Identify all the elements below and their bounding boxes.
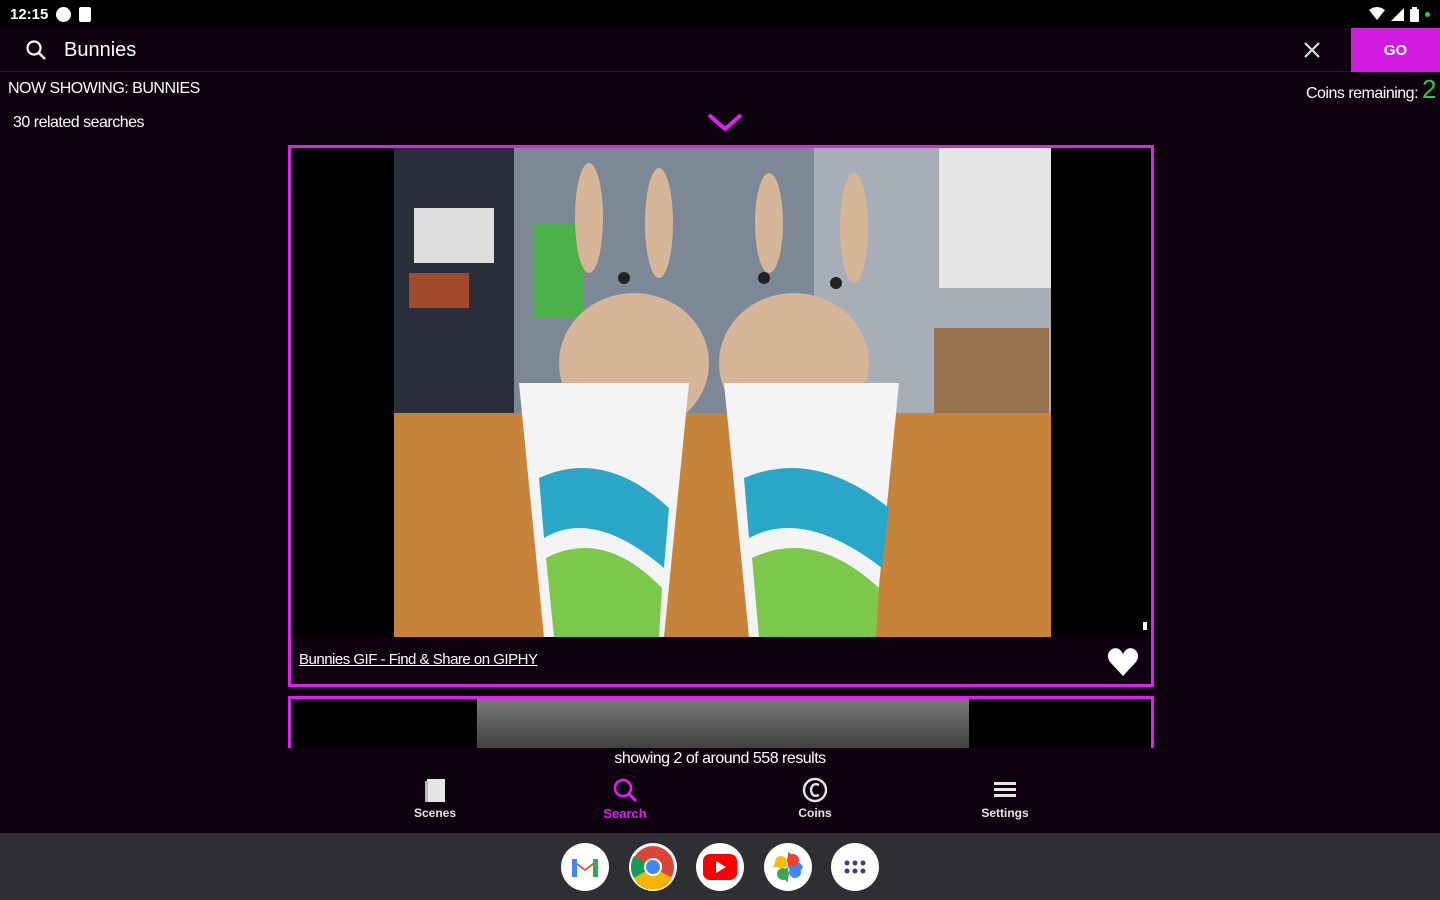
menu-icon: [994, 782, 1016, 797]
coins-icon: [802, 777, 828, 803]
related-searches-link[interactable]: 30 related searches: [13, 114, 145, 132]
status-time: 12:15: [10, 5, 49, 23]
results-count: showing 2 of around 558 results: [614, 750, 826, 767]
coins-remaining-label: Coins remaining:: [1305, 85, 1419, 102]
nav-coins-label: Coins: [798, 806, 832, 820]
search-input[interactable]: [64, 34, 1264, 66]
nav-settings-label: Settings: [981, 806, 1029, 820]
search-icon: [613, 778, 638, 803]
sd-card-icon: [79, 6, 92, 22]
status-left: 12:15: [10, 5, 92, 23]
bottom-nav: Scenes Search Coins Settings: [0, 772, 1440, 832]
gmail-icon[interactable]: [561, 843, 609, 891]
status-bar: 12:15: [0, 0, 1440, 28]
coins-remaining: Coins remaining: 2: [1305, 74, 1437, 105]
app-dock: [0, 833, 1440, 900]
next-result-image[interactable]: [477, 699, 969, 748]
coins-count: 2: [1422, 74, 1436, 104]
nav-settings[interactable]: Settings: [955, 776, 1055, 820]
clear-icon[interactable]: [1300, 38, 1324, 62]
nav-scenes-label: Scenes: [413, 806, 457, 820]
chrome-icon[interactable]: [629, 843, 677, 891]
scenes-icon: [425, 779, 445, 802]
search-bar: GO: [0, 28, 1440, 72]
app-drawer-icon[interactable]: [831, 843, 879, 891]
search-icon: [26, 40, 46, 60]
next-result-card[interactable]: [288, 696, 1154, 748]
nav-search-label: Search: [603, 806, 647, 821]
nav-scenes[interactable]: Scenes: [385, 776, 485, 820]
chevron-down-icon[interactable]: [705, 110, 745, 134]
result-card[interactable]: Bunnies GIF - Find & Share on GIPHY: [288, 145, 1154, 687]
nav-search[interactable]: Search: [575, 776, 675, 821]
scroll-indicator: [1143, 622, 1147, 630]
notification-icon: [56, 6, 72, 22]
result-caption-row: Bunnies GIF - Find & Share on GIPHY: [291, 637, 1151, 684]
signal-icon: [1391, 7, 1404, 21]
result-source-link[interactable]: Bunnies GIF - Find & Share on GIPHY: [299, 651, 538, 668]
heart-icon[interactable]: [1107, 647, 1139, 677]
bunnies-gif-image[interactable]: [394, 148, 1051, 637]
wifi-icon: [1369, 7, 1385, 20]
photos-icon[interactable]: [764, 843, 812, 891]
status-right: [1369, 6, 1430, 22]
battery-icon: [1410, 6, 1419, 22]
now-showing-label: NOW SHOWING: BUNNIES: [8, 80, 200, 97]
nav-coins[interactable]: Coins: [765, 776, 865, 820]
youtube-icon[interactable]: [696, 843, 744, 891]
privacy-indicator-icon: [1425, 11, 1430, 17]
go-button[interactable]: GO: [1351, 28, 1440, 72]
